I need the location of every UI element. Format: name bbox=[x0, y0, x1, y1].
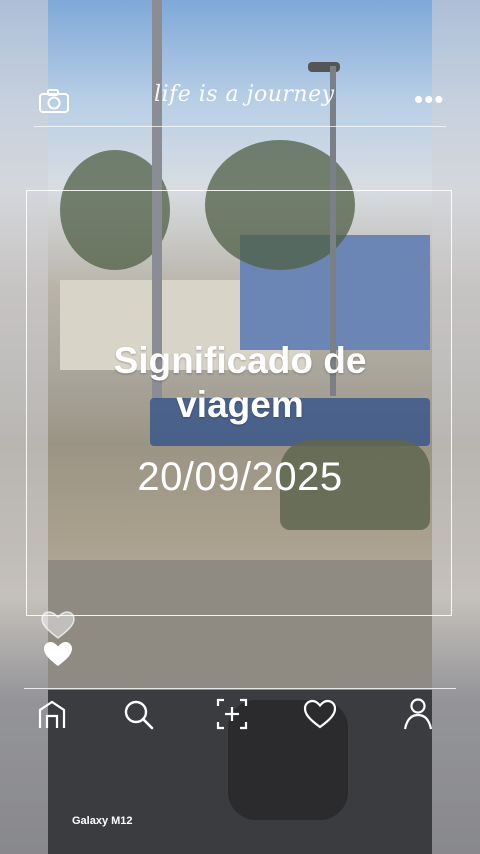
heart-filled-icon bbox=[44, 642, 72, 666]
home-icon[interactable] bbox=[34, 696, 74, 736]
camera-icon[interactable] bbox=[38, 88, 70, 114]
tagline: life is a journey bbox=[154, 82, 335, 107]
title-line-2: viagem bbox=[176, 384, 304, 425]
add-icon[interactable] bbox=[214, 696, 254, 736]
heart-icon[interactable] bbox=[302, 696, 342, 736]
device-label: Galaxy M12 bbox=[72, 815, 133, 827]
more-icon[interactable]: ••• bbox=[414, 86, 444, 112]
profile-icon[interactable] bbox=[400, 696, 440, 736]
title-line-1: Significado de bbox=[113, 340, 367, 381]
top-divider bbox=[34, 126, 446, 127]
bottom-divider bbox=[24, 688, 456, 689]
story-date: 20/09/2025 bbox=[137, 455, 343, 499]
story-title: Significado de viagem bbox=[40, 339, 440, 427]
search-icon[interactable] bbox=[120, 696, 160, 736]
story-screen: life is a journey ••• Significado de via… bbox=[0, 0, 480, 854]
heart-outline-icon bbox=[41, 611, 75, 639]
